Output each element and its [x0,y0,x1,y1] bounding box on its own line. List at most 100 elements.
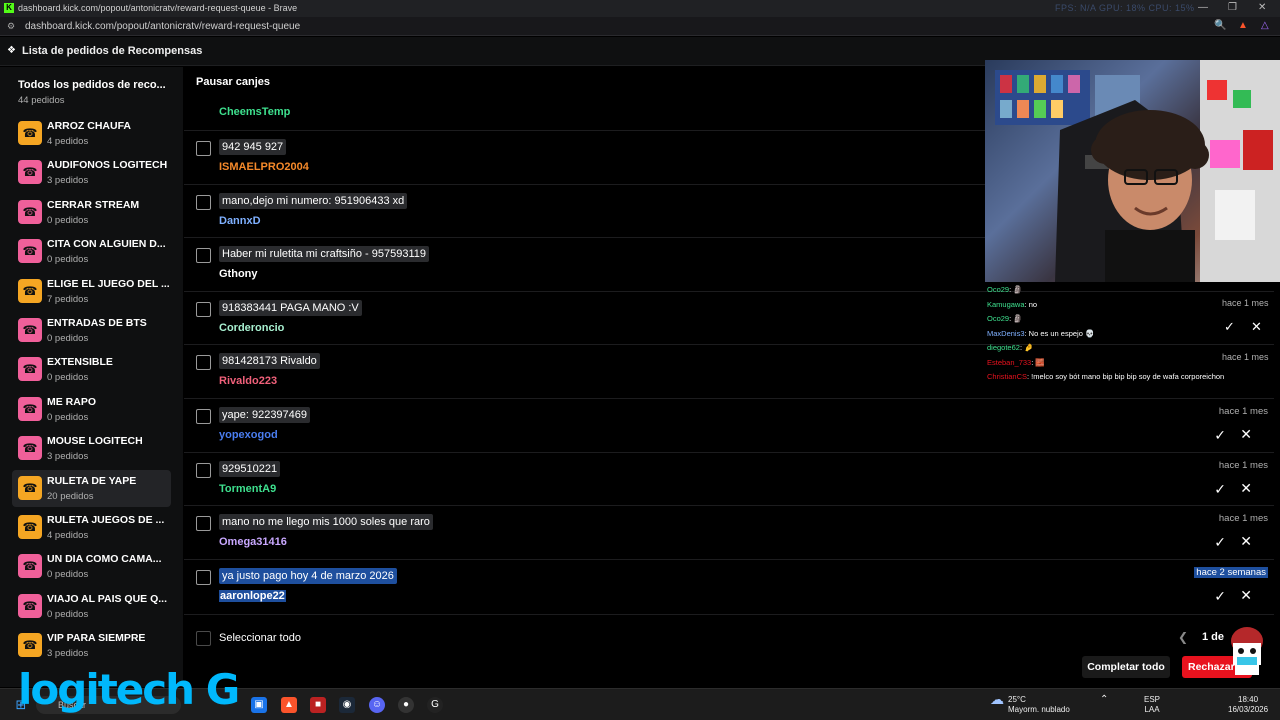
discord-icon[interactable]: ☺ [369,697,385,713]
steam-icon[interactable]: ◉ [339,697,355,713]
request-checkbox[interactable] [196,569,211,585]
reward-name: ELIGE EL JUEGO DEL ... [47,277,169,290]
weather-widget[interactable]: 25°C Mayorm. nublado [1008,695,1070,715]
sidebar-all-requests[interactable]: Todos los pedidos de reco... 44 pedidos [18,79,178,106]
sidebar-reward-item[interactable]: ☎ ARROZ CHAUFA 4 pedidos [12,115,171,152]
accept-request-icon[interactable]: ✓ [1224,319,1235,335]
mascot-sticker-image [1231,627,1263,675]
reward-count: 7 pedidos [47,293,89,305]
clock-time: 18:40 [1238,695,1259,704]
chat-message: MaxDenis3: No es un espejo 💀 [987,329,1094,338]
reject-request-icon[interactable]: ✕ [1240,533,1252,550]
minimize-icon[interactable]: — [1198,2,1208,13]
pause-redemptions-button[interactable]: Pausar canjes [196,76,270,88]
browser-title-bar: K dashboard.kick.com/popout/antonicratv/… [0,0,1280,17]
sidebar-reward-item[interactable]: ☎ MOUSE LOGITECH 3 pedidos [12,430,171,467]
accept-request-icon[interactable]: ✓ [1214,534,1226,551]
request-username: Omega31416 [219,536,287,549]
url-text[interactable]: dashboard.kick.com/popout/antonicratv/re… [25,21,300,32]
chat-username: Esteban_733 [987,357,1032,367]
sidebar-reward-item[interactable]: ☎ UN DIA COMO CAMA... 0 pedidos [12,548,171,585]
request-checkbox[interactable] [196,248,211,264]
close-window-icon[interactable]: ✕ [1258,2,1266,13]
address-bar[interactable]: ⚙ dashboard.kick.com/popout/antonicratv/… [0,17,1280,36]
reject-request-icon[interactable]: ✕ [1251,319,1262,335]
weather-description: Mayorm. nublado [1008,705,1070,714]
app-icon[interactable]: ■ [310,697,326,713]
reward-name: CERRAR STREAM [47,198,140,211]
request-time: hace 1 mes [1218,459,1268,471]
performance-stats-overlay: FPS: N/A GPU: 18% CPU: 15% [1055,3,1195,13]
sidebar-reward-item[interactable]: ☎ CERRAR STREAM 0 pedidos [12,194,171,231]
request-username: Rivaldo223 [219,375,278,388]
chat-text: : 🗿 [1009,314,1023,323]
chat-text: : 🤌 [1019,343,1034,352]
sidebar-reward-item[interactable]: ☎ ENTRADAS DE BTS 0 pedidos [12,312,171,349]
chat-text: : No es un espejo 💀 [1024,328,1095,338]
reward-icon: ☎ [18,593,42,618]
reject-request-icon[interactable]: ✕ [1240,480,1252,497]
accept-request-icon[interactable]: ✓ [1214,588,1226,605]
brave-rewards-icon[interactable]: △ [1261,20,1269,31]
obs-icon[interactable]: ● [398,697,414,713]
chat-message: Oco29: 🗿 [987,285,1023,294]
request-checkbox[interactable] [196,355,211,371]
select-all-label[interactable]: Seleccionar todo [219,632,301,644]
reward-icon: ☎ [18,633,42,658]
sidebar-reward-item[interactable]: ☎ EXTENSIBLE 0 pedidos [12,351,171,388]
weather-temperature: 25°C [1008,695,1026,704]
select-all-checkbox[interactable] [196,631,211,646]
sidebar-reward-item[interactable]: ☎ VIAJO AL PAIS QUE Q... 0 pedidos [12,588,171,625]
zoom-icon[interactable]: 🔍 [1214,20,1226,31]
streamer-webcam-image [995,60,1280,282]
complete-all-button[interactable]: Completar todo [1082,656,1170,678]
sidebar-reward-item[interactable]: ☎ CITA CON ALGUIEN D... 0 pedidos [12,233,171,270]
request-message: mano no me llego mis 1000 soles que raro [219,514,433,531]
request-time: hace 1 mes [1218,406,1268,417]
request-checkbox[interactable] [196,194,211,210]
clock[interactable]: 18:40 16/03/2026 [1228,695,1268,715]
language-code: ESP [1144,695,1161,704]
request-checkbox[interactable] [196,141,211,156]
request-checkbox[interactable] [196,516,211,532]
logitech-g-watermark: logitech G [18,665,240,714]
sidebar-reward-item[interactable]: ☎ ELIGE EL JUEGO DEL ... 7 pedidos [12,273,171,310]
window-title: dashboard.kick.com/popout/antonicratv/re… [18,3,298,13]
site-settings-icon[interactable]: ⚙ [7,21,15,32]
brave-browser-icon[interactable]: ▲ [281,697,297,713]
request-username: ISMAELPRO2004 [219,161,309,173]
request-row: 929510221 TormentA9 hace 1 mes ✓ ✕ [184,451,1274,506]
language-indicator[interactable]: ESP LAA [1144,695,1160,715]
reward-count: 0 pedidos [47,372,89,384]
clock-date: 16/03/2026 [1228,705,1269,714]
webcam-overlay [985,60,1280,282]
logitech-ghub-icon[interactable]: G [427,697,443,713]
reject-request-icon[interactable]: ✕ [1240,426,1252,443]
reject-request-icon[interactable]: ✕ [1240,587,1252,604]
accept-request-icon[interactable]: ✓ [1214,427,1226,444]
reward-count: 0 pedidos [47,608,89,620]
request-message: 929510221 [219,460,281,477]
sidebar-reward-item[interactable]: ☎ RULETA DE YAPE 20 pedidos [12,469,171,507]
reward-name: AUDIFONOS LOGITECH [47,159,168,172]
previous-page-icon[interactable]: ❮ [1178,630,1188,644]
sidebar-reward-item[interactable]: ☎ VIP PARA SIEMPRE 3 pedidos [12,627,171,664]
request-username: aaronlope22 [219,589,286,602]
page-title: Lista de pedidos de Recompensas [22,45,203,57]
tray-chevron-icon[interactable]: ⌃ [1100,695,1108,705]
store-icon[interactable]: ▣ [251,697,267,713]
request-checkbox[interactable] [196,409,211,424]
brave-shields-icon[interactable]: ▲ [1238,20,1248,31]
accept-request-icon[interactable]: ✓ [1214,481,1226,498]
request-checkbox[interactable] [196,462,211,478]
reward-name: VIAJO AL PAIS QUE Q... [47,592,167,605]
sidebar-reward-item[interactable]: ☎ RULETA JUEGOS DE ... 4 pedidos [12,509,171,546]
sidebar-reward-item[interactable]: ☎ ME RAPO 0 pedidos [12,391,171,428]
sidebar-reward-item[interactable]: ☎ AUDIFONOS LOGITECH 3 pedidos [12,154,171,191]
reward-icon: ☎ [18,396,42,421]
chat-text: : no [1024,299,1038,309]
reward-icon: ☎ [18,357,42,382]
request-checkbox[interactable] [196,301,211,317]
restore-icon[interactable]: ❐ [1228,2,1237,13]
reward-icon: ☎ [18,554,42,579]
